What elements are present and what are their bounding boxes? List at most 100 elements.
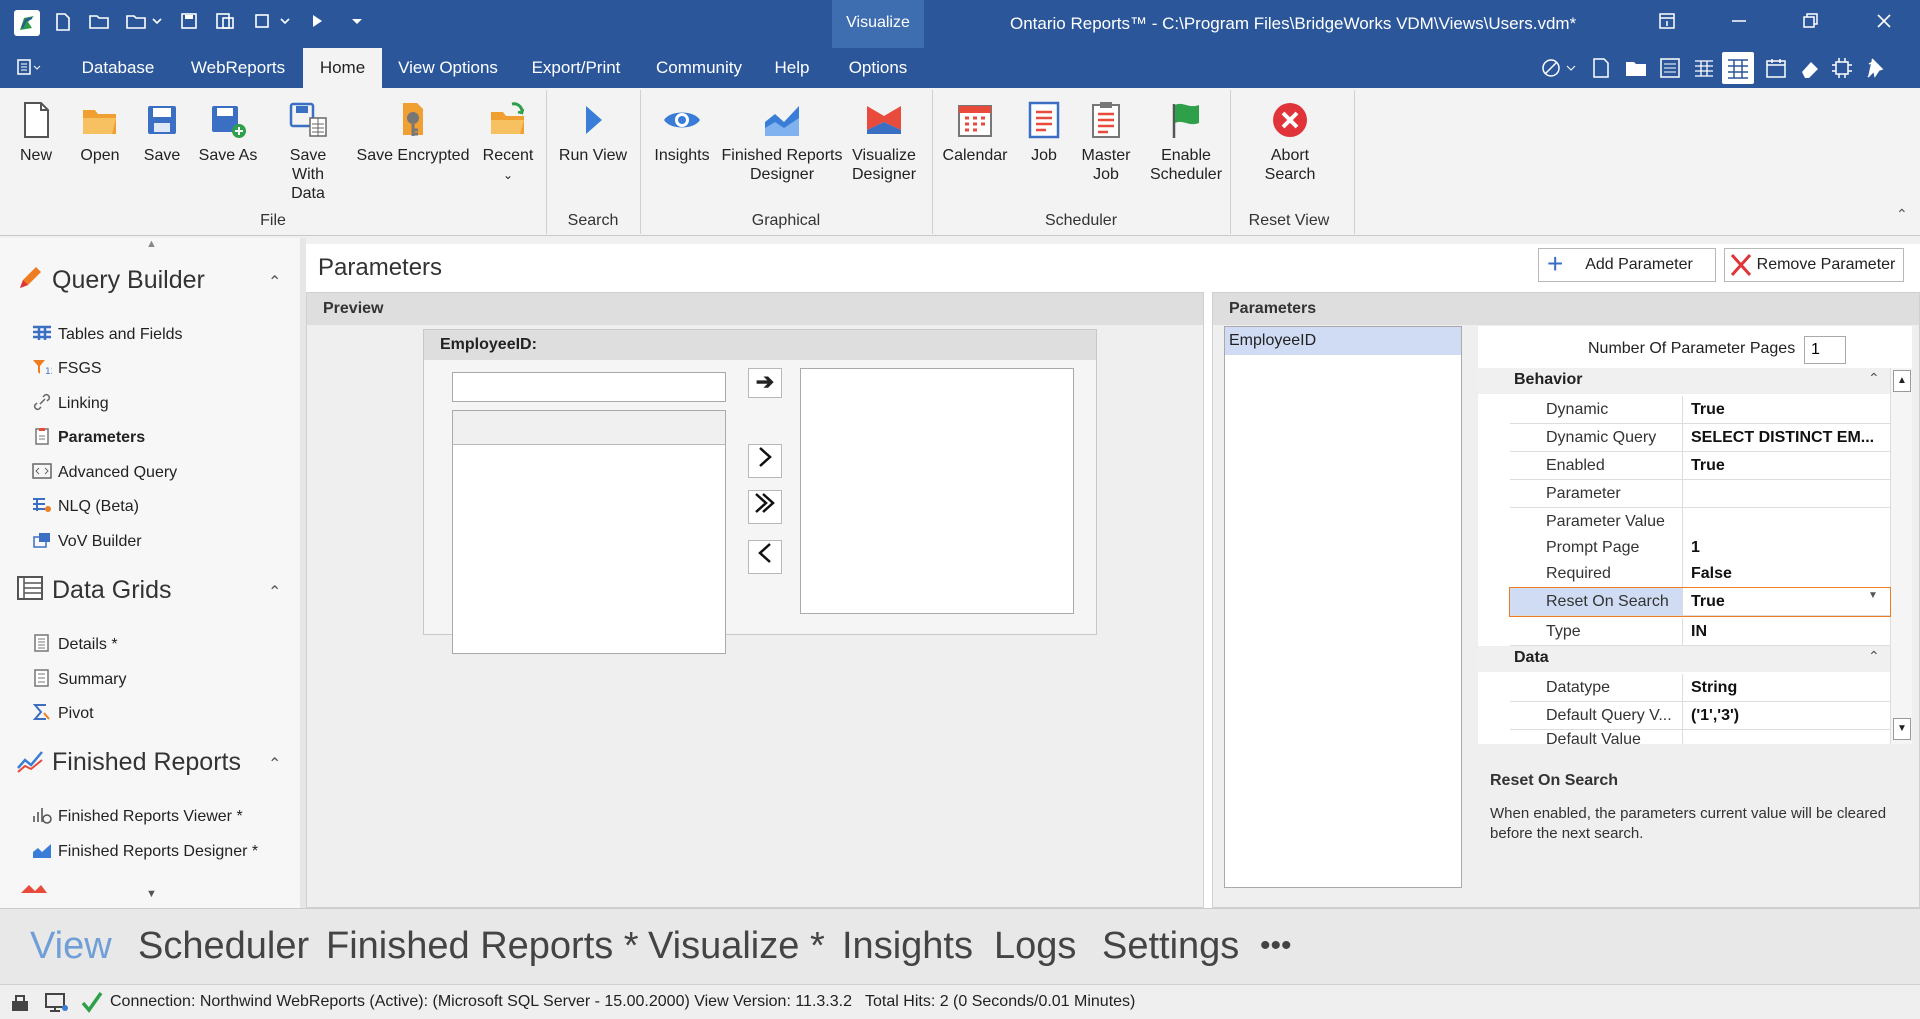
tab-community[interactable]: Community [648, 48, 750, 88]
property-value[interactable]: False [1682, 560, 1890, 588]
tab-logs[interactable]: Logs [994, 925, 1076, 968]
pin-icon[interactable] [1864, 56, 1888, 85]
add-selected-button[interactable] [748, 444, 782, 478]
customize-quick-access-icon[interactable] [346, 12, 368, 34]
property-value[interactable]: True [1682, 452, 1890, 480]
property-value[interactable]: True [1682, 588, 1890, 616]
grid-view-icon[interactable] [1692, 56, 1716, 85]
collapse-chevron-icon[interactable]: ⌃ [268, 582, 281, 602]
abort-search-button[interactable]: Abort Search [1250, 100, 1330, 184]
scroll-down-icon[interactable]: ▼ [1893, 718, 1911, 740]
splitter[interactable] [1204, 292, 1212, 908]
move-arrow-button[interactable]: ➔ [748, 368, 782, 398]
behavior-category[interactable]: Behavior ⌃ [1478, 368, 1890, 394]
property-row-parameter-value[interactable]: Parameter Value [1510, 508, 1890, 536]
page-setup-icon[interactable] [1590, 56, 1612, 85]
property-value[interactable]: 1 [1682, 534, 1890, 562]
nav-item-details[interactable]: Details * [32, 634, 118, 654]
preview-search-input[interactable] [452, 372, 726, 402]
chart-type-icon[interactable] [1540, 56, 1578, 85]
selected-values-list[interactable] [800, 368, 1074, 614]
nav-item-finished-reports-designer[interactable]: Finished Reports Designer * [32, 841, 258, 861]
tab-view[interactable]: View [30, 925, 112, 968]
calendar-button[interactable]: Calendar [940, 100, 1010, 165]
finished-reports-header[interactable]: Finished Reports [16, 746, 241, 777]
tab-database[interactable]: Database [72, 48, 164, 88]
property-value[interactable] [1682, 508, 1890, 536]
property-row-default-value[interactable]: Default Value [1510, 730, 1890, 744]
property-row-reset-on-search[interactable]: Reset On Search True ▼ [1509, 587, 1891, 617]
run-view-button[interactable]: Run View [558, 100, 628, 165]
parameter-list[interactable]: EmployeeID [1224, 326, 1462, 888]
collapse-ribbon-icon[interactable]: ⌃ [1896, 206, 1908, 223]
nav-item-vov-builder[interactable]: VoV Builder [32, 531, 142, 551]
nav-item-advanced-query[interactable]: Advanced Query [32, 462, 177, 482]
recent-folder-icon[interactable] [124, 12, 164, 34]
remove-parameter-button[interactable]: Remove Parameter [1724, 248, 1904, 282]
tab-scheduler[interactable]: Scheduler [138, 925, 309, 968]
remove-selected-button[interactable] [748, 540, 782, 574]
nav-item-parameters[interactable]: Parameters [32, 427, 145, 447]
new-file-icon[interactable] [52, 12, 74, 34]
export-icon[interactable] [252, 12, 292, 34]
data-grids-header[interactable]: Data Grids [16, 574, 171, 605]
add-all-button[interactable] [748, 490, 782, 524]
new-button[interactable]: New [12, 100, 60, 165]
calendar-view-icon[interactable] [1764, 56, 1788, 85]
nav-item-pivot[interactable]: Pivot [32, 703, 94, 723]
property-row-type[interactable]: Type IN [1510, 618, 1890, 646]
property-value[interactable] [1682, 480, 1890, 508]
save-with-data-button[interactable]: Save With Data [268, 100, 348, 203]
list-view-icon[interactable] [1658, 56, 1682, 85]
property-grid-scrollbar[interactable]: ▲ ▼ [1890, 368, 1912, 744]
data-category[interactable]: Data ⌃ [1478, 646, 1890, 672]
parameter-list-item-employeeid[interactable]: EmployeeID [1225, 327, 1461, 355]
minimize-icon[interactable] [1728, 12, 1750, 34]
tab-insights[interactable]: Insights [842, 925, 973, 968]
dropdown-arrow-icon[interactable]: ▼ [1868, 590, 1878, 601]
tab-finished-reports[interactable]: Finished Reports * [326, 925, 639, 968]
nav-item-tables-and-fields[interactable]: Tables and Fields [32, 324, 183, 344]
tab-visualize[interactable]: Visualize * [648, 925, 825, 968]
visualize-designer-button[interactable]: Visualize Designer [846, 100, 922, 184]
enable-scheduler-button[interactable]: Enable Scheduler [1146, 100, 1226, 184]
tab-home[interactable]: Home [303, 48, 382, 88]
save-button[interactable]: Save [138, 100, 186, 165]
property-value[interactable] [1682, 730, 1890, 744]
chip-icon[interactable] [1830, 56, 1854, 85]
recent-button[interactable]: Recent ⌄ [480, 100, 536, 185]
open-button[interactable]: Open [74, 100, 126, 165]
property-value[interactable]: True [1682, 396, 1890, 424]
open-folder-icon[interactable] [88, 12, 110, 34]
more-tabs-button[interactable]: ••• [1260, 929, 1292, 963]
folder-icon[interactable] [1624, 56, 1648, 85]
app-menu-icon[interactable] [8, 48, 48, 88]
connection-icon[interactable] [8, 991, 32, 1019]
tab-webreports[interactable]: WebReports [182, 48, 294, 88]
tile-view-icon[interactable] [1722, 52, 1754, 84]
eraser-icon[interactable] [1798, 56, 1822, 85]
nav-item-finished-reports-viewer[interactable]: Finished Reports Viewer * [32, 806, 243, 826]
job-button[interactable]: Job [1022, 100, 1066, 165]
num-pages-input[interactable] [1804, 336, 1846, 364]
save-as-button[interactable]: Save As [196, 100, 260, 165]
save-icon[interactable] [178, 12, 200, 34]
nav-item-linking[interactable]: Linking [32, 393, 109, 413]
tab-options[interactable]: Options [838, 48, 918, 88]
property-row-enabled[interactable]: Enabled True [1510, 452, 1890, 480]
property-row-dynamic[interactable]: Dynamic True [1510, 396, 1890, 424]
add-parameter-button[interactable]: + Add Parameter [1538, 248, 1716, 282]
master-job-button[interactable]: Master Job [1076, 100, 1136, 184]
tab-help[interactable]: Help [766, 48, 818, 88]
property-row-parameter[interactable]: Parameter [1510, 480, 1890, 508]
collapse-chevron-icon[interactable]: ⌃ [268, 272, 281, 292]
collapse-chevron-icon[interactable]: ⌃ [1868, 648, 1880, 665]
scroll-down-icon[interactable]: ▼ [146, 888, 157, 900]
tab-settings[interactable]: Settings [1102, 925, 1239, 968]
property-value[interactable]: ('1','3') [1682, 702, 1890, 730]
finished-reports-designer-button[interactable]: Finished Reports Designer [720, 100, 844, 184]
property-value[interactable]: IN [1682, 618, 1890, 646]
ribbon-display-icon[interactable] [1656, 12, 1678, 34]
property-row-prompt-page[interactable]: Prompt Page 1 [1510, 534, 1890, 562]
query-builder-header[interactable]: Query Builder [16, 264, 205, 295]
